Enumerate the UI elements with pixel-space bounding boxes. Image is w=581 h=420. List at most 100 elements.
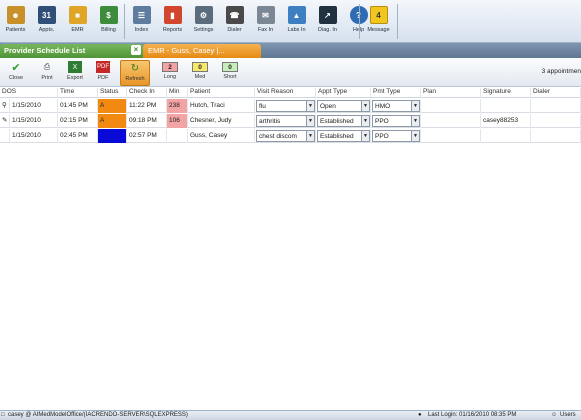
- toolbar-separator: [397, 4, 398, 39]
- cell-min: 106: [167, 114, 188, 128]
- cell-min: 238: [167, 99, 188, 113]
- refresh-button[interactable]: ↻ Refresh: [120, 60, 150, 86]
- cell-plan: [421, 99, 481, 113]
- cell-min: [167, 129, 188, 143]
- pmt-type-select[interactable]: PPO ▼: [372, 115, 420, 127]
- chevron-down-icon[interactable]: ▼: [411, 131, 419, 141]
- cell-patient: Guss, Casey: [188, 129, 255, 143]
- short-count-badge: 0: [222, 62, 238, 72]
- pdf-button[interactable]: PDF PDF: [89, 60, 117, 86]
- appt-type-select[interactable]: Established ▼: [317, 115, 370, 127]
- toolbar-reports-button[interactable]: ▮ Reports: [157, 2, 188, 41]
- toolbar-billing-button[interactable]: $ Billing: [93, 2, 124, 41]
- toolbar-separator: [359, 4, 360, 39]
- visit-reason-select[interactable]: flu ▼: [256, 100, 315, 112]
- cell-appt-type: Established ▼: [316, 114, 371, 128]
- settings-icon: ⚙: [194, 6, 213, 24]
- column-header-dialer[interactable]: Dialer: [531, 88, 581, 98]
- toolbar-message-button[interactable]: 4 Message: [363, 2, 394, 41]
- print-button[interactable]: ⎙ Print: [33, 60, 61, 86]
- column-header-status[interactable]: Status: [98, 88, 127, 98]
- toolbar-settings-button[interactable]: ⚙ Settings: [188, 2, 219, 41]
- column-header-check-in[interactable]: Check In: [127, 88, 167, 98]
- toolbar-dialer-button[interactable]: ☎ Dialer: [219, 2, 250, 41]
- main-toolbar: ☻ Patients 31 Appts. ■ EMR $ Billing ☰ I…: [0, 0, 581, 43]
- cell-signature: casey88253: [481, 114, 531, 128]
- cell-time: 02:15 PM: [58, 114, 98, 128]
- signed-pen-icon: ✎: [0, 114, 10, 128]
- chevron-down-icon[interactable]: ▼: [411, 116, 419, 126]
- toolbar-fax-in-button[interactable]: ✉ Fax In: [250, 2, 281, 41]
- users-link[interactable]: Users: [560, 412, 576, 418]
- cell-time: 02:45 PM: [58, 129, 98, 143]
- chevron-down-icon[interactable]: ▼: [361, 131, 369, 141]
- folder-icon: ■: [68, 6, 87, 24]
- chevron-down-icon[interactable]: ▼: [361, 116, 369, 126]
- column-header-visit-reason[interactable]: Visit Reason: [255, 88, 316, 98]
- column-header-patient[interactable]: Patient: [188, 88, 255, 98]
- tab-provider-schedule-list[interactable]: Provider Schedule List ×: [0, 44, 143, 58]
- chevron-down-icon[interactable]: ▼: [306, 101, 314, 111]
- table-row[interactable]: ✎ 1/15/2010 02:15 PM A 09:18 PM 106 Ches…: [0, 114, 581, 128]
- column-header-dos[interactable]: DOS: [0, 88, 58, 98]
- cell-check-in: 11:22 PM: [127, 99, 167, 113]
- labs-icon: ▲: [287, 6, 306, 24]
- cell-status: A: [98, 99, 127, 113]
- toolbar-group-primary: ☻ Patients 31 Appts. ■ EMR $ Billing: [0, 2, 124, 41]
- visit-reason-select[interactable]: arthritis ▼: [256, 115, 315, 127]
- pmt-type-select[interactable]: HMO ▼: [372, 100, 420, 112]
- pdf-icon: PDF: [96, 61, 110, 73]
- cell-plan: [421, 129, 481, 143]
- med-wait-filter[interactable]: 0 Med: [186, 60, 214, 86]
- table-row[interactable]: 1/15/2010 02:45 PM 02:57 PM Guss, Casey …: [0, 129, 581, 143]
- cell-dialer: [531, 99, 581, 113]
- checkmark-icon: ✔: [11, 61, 21, 74]
- med-count-badge: 0: [192, 62, 208, 72]
- visit-reason-select[interactable]: chest discom ▼: [256, 130, 315, 142]
- column-header-min[interactable]: Min: [167, 88, 188, 98]
- column-header-time[interactable]: Time: [58, 88, 98, 98]
- cell-plan: [421, 114, 481, 128]
- fax-icon: ✉: [256, 6, 275, 24]
- table-row[interactable]: ⚲ 1/15/2010 01:45 PM A 11:22 PM 238 Hutc…: [0, 99, 581, 113]
- tab-emr[interactable]: EMR - Guss, Casey |...: [143, 44, 261, 58]
- column-header-pmt-type[interactable]: Pmt Type: [371, 88, 421, 98]
- toolbar-diag-in-button[interactable]: ↗ Diag. In: [312, 2, 343, 41]
- excel-icon: X: [68, 61, 82, 73]
- long-wait-filter[interactable]: 2 Long: [156, 60, 184, 86]
- calendar-icon: 31: [37, 6, 56, 24]
- toolbar-appts-button[interactable]: 31 Appts.: [31, 2, 62, 41]
- cell-visit-reason: flu ▼: [255, 99, 316, 113]
- last-login: Last Login: 01/16/2010 08:35 PM: [428, 412, 517, 418]
- cell-signature: [481, 129, 531, 143]
- cell-dialer: [531, 129, 581, 143]
- column-header-appt-type[interactable]: Appt Type: [316, 88, 371, 98]
- chevron-down-icon[interactable]: ▼: [411, 101, 419, 111]
- short-wait-filter[interactable]: 0 Short: [216, 60, 244, 86]
- grid-header: DOS Time Status Check In Min Patient Vis…: [0, 88, 581, 98]
- refresh-icon: ↻: [130, 62, 140, 74]
- column-header-signature[interactable]: Signature: [481, 88, 531, 98]
- patient-icon: ☻: [6, 6, 25, 24]
- export-button[interactable]: X Export: [61, 60, 89, 86]
- tab-strip: Provider Schedule List × EMR - Guss, Cas…: [0, 43, 581, 58]
- toolbar-labs-in-button[interactable]: ▲ Labs In: [281, 2, 312, 41]
- cell-visit-reason: arthritis ▼: [255, 114, 316, 128]
- toolbar-index-button[interactable]: ☰ Index: [126, 2, 157, 41]
- cell-visit-reason: chest discom ▼: [255, 129, 316, 143]
- appt-type-select[interactable]: Established ▼: [317, 130, 370, 142]
- close-icon[interactable]: ×: [131, 45, 141, 55]
- close-button[interactable]: ✔ Close: [2, 60, 30, 86]
- chevron-down-icon[interactable]: ▼: [306, 116, 314, 126]
- pmt-type-select[interactable]: PPO ▼: [372, 130, 420, 142]
- appt-type-select[interactable]: Open ▼: [317, 100, 370, 112]
- lock-icon: □: [1, 412, 5, 418]
- toolbar-patients-button[interactable]: ☻ Patients: [0, 2, 31, 41]
- chevron-down-icon[interactable]: ▼: [361, 101, 369, 111]
- cell-pmt-type: HMO ▼: [371, 99, 421, 113]
- cell-pmt-type: PPO ▼: [371, 114, 421, 128]
- toolbar-emr-button[interactable]: ■ EMR: [62, 2, 93, 41]
- chevron-down-icon[interactable]: ▼: [306, 131, 314, 141]
- info-icon: ●: [418, 412, 422, 418]
- column-header-plan[interactable]: Plan: [421, 88, 481, 98]
